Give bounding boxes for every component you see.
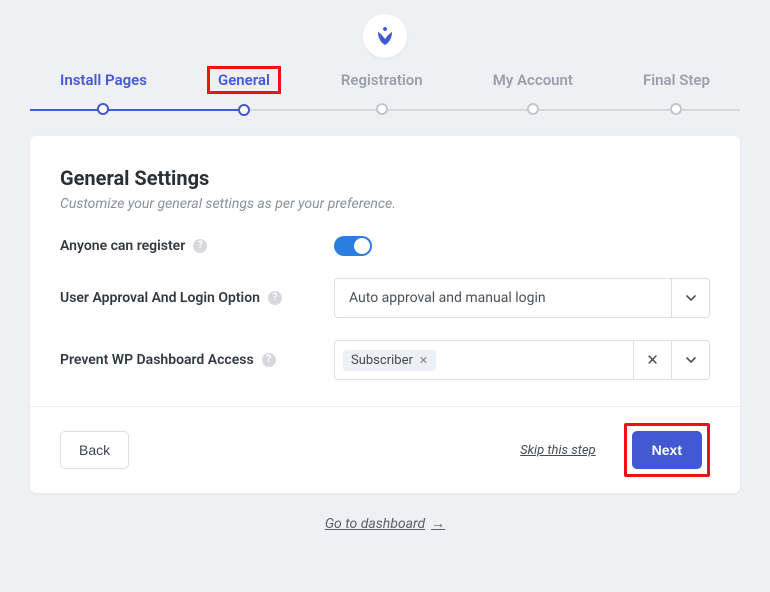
wizard-stepper: Install Pages General Registration My Ac…	[30, 66, 740, 136]
chevron-down-icon[interactable]	[672, 340, 710, 380]
back-button[interactable]: Back	[60, 431, 129, 469]
go-to-dashboard-link[interactable]: Go to dashboard→	[30, 515, 740, 532]
help-icon[interactable]: ?	[262, 353, 276, 367]
help-icon[interactable]: ?	[193, 239, 207, 253]
tag-subscriber: Subscriber ✕	[343, 350, 436, 371]
tags-prevent-dashboard[interactable]: Subscriber ✕	[334, 340, 634, 380]
next-highlight: Next	[624, 423, 710, 477]
close-icon[interactable]: ✕	[419, 354, 428, 367]
skip-link[interactable]: Skip this step	[520, 443, 595, 458]
card-subtitle: Customize your general settings as per y…	[60, 196, 710, 212]
step-general[interactable]: General	[207, 66, 281, 116]
step-dot-icon	[97, 103, 109, 115]
step-my-account[interactable]: My Account	[483, 67, 583, 115]
settings-card: General Settings Customize your general …	[30, 136, 740, 493]
step-dot-icon	[238, 104, 250, 116]
step-dot-icon	[670, 103, 682, 115]
label-prevent-dashboard: Prevent WP Dashboard Access ?	[60, 352, 322, 368]
toggle-anyone-register[interactable]	[334, 236, 372, 256]
step-final[interactable]: Final Step	[633, 67, 720, 115]
label-anyone-register: Anyone can register ?	[60, 238, 322, 254]
step-install-pages[interactable]: Install Pages	[50, 67, 157, 115]
step-dot-icon	[376, 103, 388, 115]
next-button[interactable]: Next	[632, 431, 702, 469]
clear-tags-button[interactable]: ✕	[634, 340, 672, 380]
help-icon[interactable]: ?	[268, 291, 282, 305]
arrow-right-icon: →	[431, 516, 445, 532]
step-dot-icon	[527, 103, 539, 115]
close-icon: ✕	[646, 351, 659, 369]
label-approval: User Approval And Login Option ?	[60, 290, 322, 306]
chevron-down-icon[interactable]	[672, 278, 710, 318]
select-approval[interactable]: Auto approval and manual login	[334, 278, 672, 318]
brand-logo	[363, 14, 407, 58]
step-registration[interactable]: Registration	[331, 67, 433, 115]
card-title: General Settings	[60, 166, 710, 190]
